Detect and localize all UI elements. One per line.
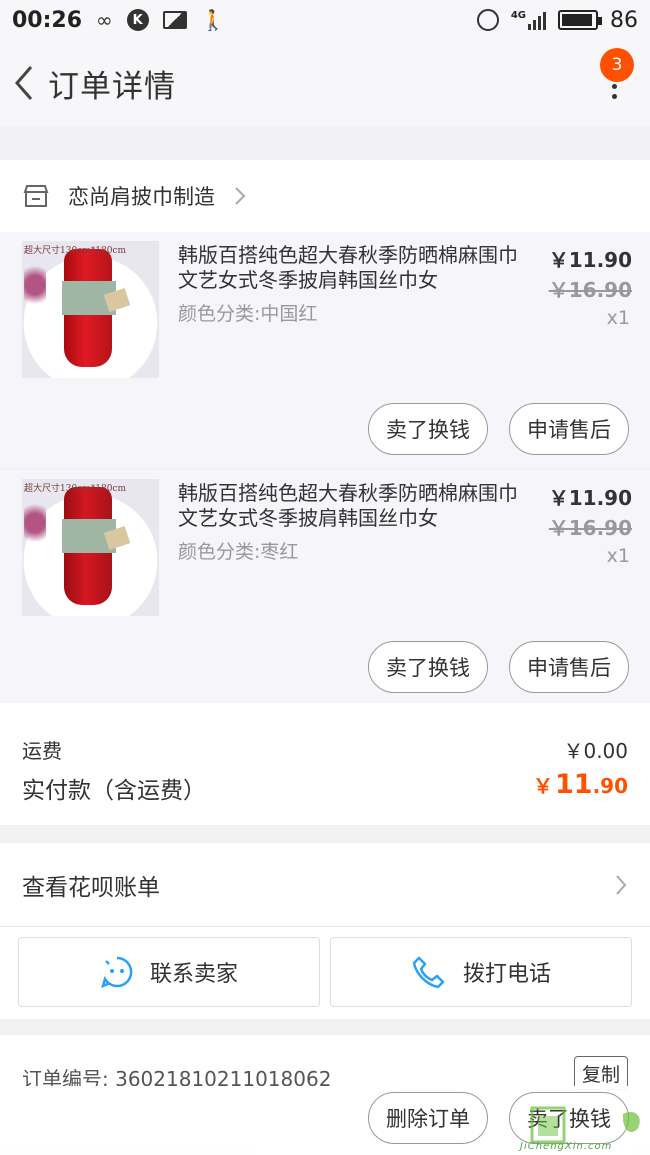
thumbnail-caption: 超大尺寸130cm*180cm xyxy=(24,246,127,256)
original-price: ￥16.90 xyxy=(548,516,632,540)
product-thumbnail[interactable]: 超大尺寸130cm*180cm xyxy=(22,479,159,616)
phone-icon xyxy=(412,956,445,989)
watermark-text: JiChengXin.com xyxy=(520,1141,613,1152)
message-badge: 3 xyxy=(600,48,634,82)
chat-bubble-icon xyxy=(101,956,133,989)
battery-icon xyxy=(558,10,602,30)
back-arrow-icon[interactable] xyxy=(4,63,44,103)
order-item: 超大尺寸130cm*180cm 韩版百搭纯色超大春秋季防晒棉麻围巾文艺女式冬季披… xyxy=(0,232,650,467)
huabei-bill-row[interactable]: 查看花呗账单 xyxy=(0,843,650,927)
payment-summary: 运费 ￥0.00 实付款（含运费） ￥ 11 .90 xyxy=(0,703,650,825)
after-sales-button[interactable]: 申请售后 xyxy=(509,403,629,455)
status-time: 00:26 xyxy=(12,7,83,33)
paid-amount-label: 实付款（含运费） xyxy=(22,778,206,804)
thumbnail-caption: 超大尺寸130cm*180cm xyxy=(24,484,127,494)
product-thumbnail[interactable]: 超大尺寸130cm*180cm xyxy=(22,241,159,378)
product-price: ￥11.90 xyxy=(548,248,632,272)
section-divider xyxy=(0,825,650,843)
call-phone-label: 拨打电话 xyxy=(462,962,551,987)
product-title[interactable]: 韩版百搭纯色超大春秋季防晒棉麻围巾文艺女式冬季披肩韩国丝巾女 xyxy=(178,481,523,531)
shop-name: 恋尚肩披巾制造 xyxy=(68,185,215,209)
original-price: ￥16.90 xyxy=(548,278,632,302)
paid-amount-value: ￥ 11 .90 xyxy=(532,769,628,800)
product-spec: 颜色分类:枣红 xyxy=(178,541,299,563)
nav-bar: 订单详情 xyxy=(0,40,650,126)
shipping-value: ￥0.00 xyxy=(563,739,628,763)
order-item: 超大尺寸130cm*180cm 韩版百搭纯色超大春秋季防晒棉麻围巾文艺女式冬季披… xyxy=(0,470,650,703)
product-price: ￥11.90 xyxy=(548,486,632,510)
alarm-icon xyxy=(476,9,499,31)
copy-button[interactable]: 复制 xyxy=(574,1056,628,1090)
battery-level: 86 xyxy=(610,7,638,33)
contact-seller-label: 联系卖家 xyxy=(149,962,238,987)
section-divider xyxy=(0,1019,650,1035)
walking-icon: 🚶 xyxy=(200,8,226,32)
page-title: 订单详情 xyxy=(48,68,176,105)
signal-icon: 4G xyxy=(511,10,546,30)
contact-row: 联系卖家 拨打电话 xyxy=(0,927,650,1019)
product-title[interactable]: 韩版百搭纯色超大春秋季防晒棉麻围巾文艺女式冬季披肩韩国丝巾女 xyxy=(178,243,523,293)
product-quantity: x1 xyxy=(606,545,630,567)
call-phone-button[interactable]: 拨打电话 xyxy=(330,937,632,1007)
delete-order-button[interactable]: 删除订单 xyxy=(368,1092,488,1144)
chevron-right-icon xyxy=(616,874,627,895)
sell-for-cash-button[interactable]: 卖了换钱 xyxy=(368,641,488,693)
product-spec: 颜色分类:中国红 xyxy=(178,303,318,325)
shop-row[interactable]: 恋尚肩披巾制造 xyxy=(0,160,650,232)
after-sales-button[interactable]: 申请售后 xyxy=(509,641,629,693)
section-divider xyxy=(0,126,650,160)
product-quantity: x1 xyxy=(606,307,630,329)
sell-for-cash-button[interactable]: 卖了换钱 xyxy=(368,403,488,455)
huabei-bill-label: 查看花呗账单 xyxy=(22,874,160,901)
shipping-label: 运费 xyxy=(22,739,62,763)
status-bar: 00:26 ∞ K 🚶 4G 86 xyxy=(0,0,650,40)
image-notification-icon xyxy=(162,11,187,29)
k-app-icon: K xyxy=(126,9,149,31)
contact-seller-button[interactable]: 联系卖家 xyxy=(18,937,320,1007)
shop-icon xyxy=(23,185,49,207)
chevron-right-icon xyxy=(235,187,246,205)
infinity-icon: ∞ xyxy=(96,8,113,32)
